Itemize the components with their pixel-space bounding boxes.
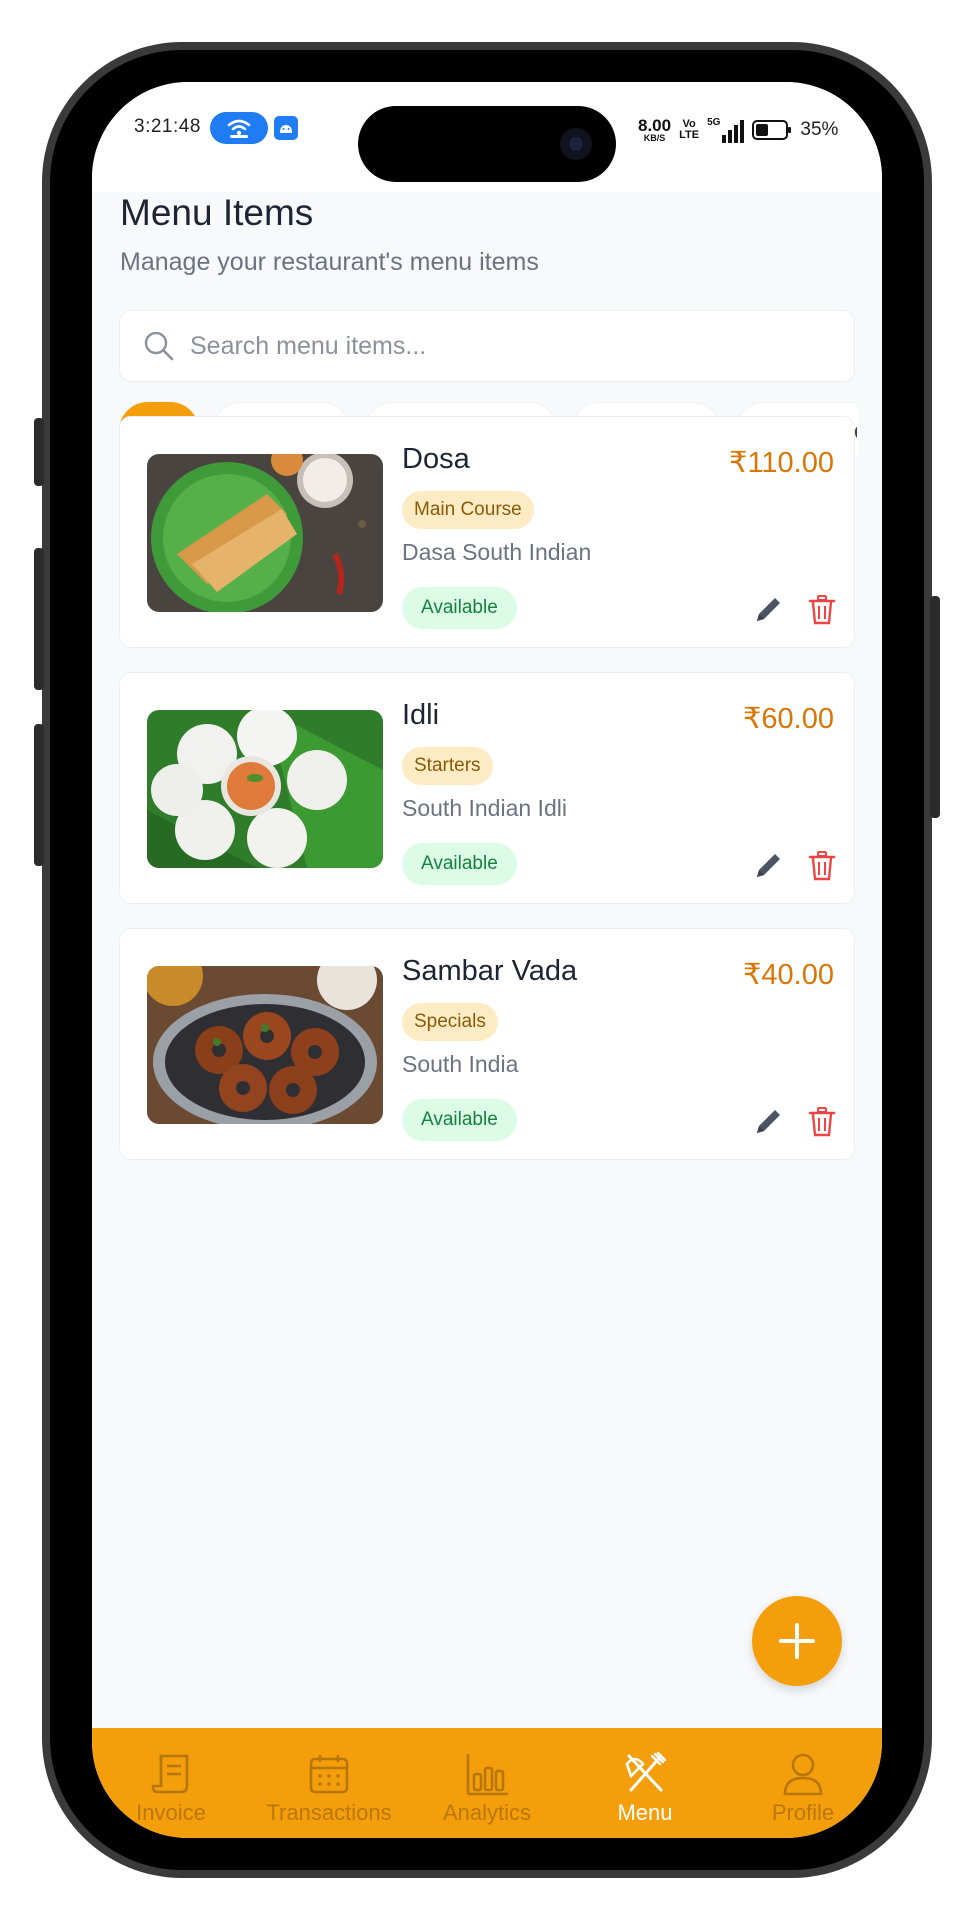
item-description: Dasa South Indian [402,539,592,565]
page-subtitle: Manage your restaurant's menu items [120,248,539,276]
menu-item-card[interactable]: Sambar Vada ₹40.00 Specials South India … [119,928,855,1160]
item-description: South India [402,1051,519,1077]
hotspot-indicator [210,112,268,144]
battery-percent: 35% [800,119,839,140]
item-name: Dosa [402,443,470,475]
volte-indicator: Vo LTE [679,118,700,141]
page-title: Menu Items [120,192,314,233]
edit-button[interactable] [750,848,786,884]
calendar-icon [309,1755,349,1794]
item-price: ₹60.00 [742,703,834,735]
action-button [34,418,44,486]
app-screen: 3:21:48 8.00 KB/S Vo LTE 5G 35% Menu Ite… [92,82,882,1838]
item-status-badge: Available [402,1099,517,1141]
item-name: Sambar Vada [402,955,578,987]
search-box[interactable] [119,310,855,382]
nav-label: Analytics [442,1800,532,1825]
nav-label: Menu [617,1800,673,1825]
pencil-icon [757,854,780,877]
menu-item-card[interactable]: Idli ₹60.00 Starters South Indian Idli A… [119,672,855,904]
item-name: Idli [402,699,440,731]
bar-chart-icon [466,1754,508,1796]
dosa-image [147,454,383,612]
volume-down-button [34,724,44,866]
item-category-badge: Specials [402,1003,498,1041]
nav-label: Profile [771,1800,835,1825]
trash-icon [808,595,836,625]
net-speed: 8.00 KB/S [638,116,672,143]
item-category-badge: Main Course [402,491,534,529]
item-category-badge: Starters [402,747,493,785]
nav-analytics[interactable]: Analytics [412,1750,562,1826]
item-status-badge: Available [402,843,517,885]
volume-up-button [34,548,44,690]
pencil-icon [757,1110,780,1133]
item-price: ₹40.00 [742,959,834,991]
pencil-icon [757,598,780,621]
vada-image [147,966,383,1124]
status-indicators: 8.00 KB/S Vo LTE 5G 35% [638,110,838,150]
power-button [930,596,940,818]
item-price: ₹110.00 [729,447,834,479]
nav-label: Transactions [266,1800,392,1825]
status-bar: 3:21:48 8.00 KB/S Vo LTE 5G 35% [92,82,882,192]
add-item-button[interactable] [752,1596,842,1686]
signal-icon: 5G [707,117,745,143]
nav-invoice[interactable]: Invoice [96,1750,246,1826]
android-icon [274,116,298,140]
nav-profile[interactable]: Profile [728,1750,878,1826]
idli-image [147,710,383,868]
search-input[interactable] [190,331,830,361]
bottom-nav: Invoice Transactions Analytics Menu Prof… [92,1728,882,1838]
fork-knife-icon [625,1751,667,1792]
delete-button[interactable] [804,848,840,884]
front-camera [560,128,592,160]
edit-button[interactable] [750,1104,786,1140]
trash-icon [808,1107,836,1137]
search-icon [144,331,174,361]
delete-button[interactable] [804,592,840,628]
trash-icon [808,851,836,881]
wifi-icon [227,119,251,138]
receipt-icon [151,1754,189,1794]
edit-button[interactable] [750,592,786,628]
plus-icon [779,1623,815,1659]
nav-label: Invoice [136,1800,206,1825]
nav-menu[interactable]: Menu [570,1750,720,1826]
delete-button[interactable] [804,1104,840,1140]
item-status-badge: Available [402,587,517,629]
menu-item-card[interactable]: Dosa ₹110.00 Main Course Dasa South Indi… [119,416,855,648]
status-time: 3:21:48 [134,116,201,137]
item-description: South Indian Idli [402,795,567,821]
user-icon [783,1753,823,1796]
battery-icon [752,120,792,140]
nav-transactions[interactable]: Transactions [254,1750,404,1826]
